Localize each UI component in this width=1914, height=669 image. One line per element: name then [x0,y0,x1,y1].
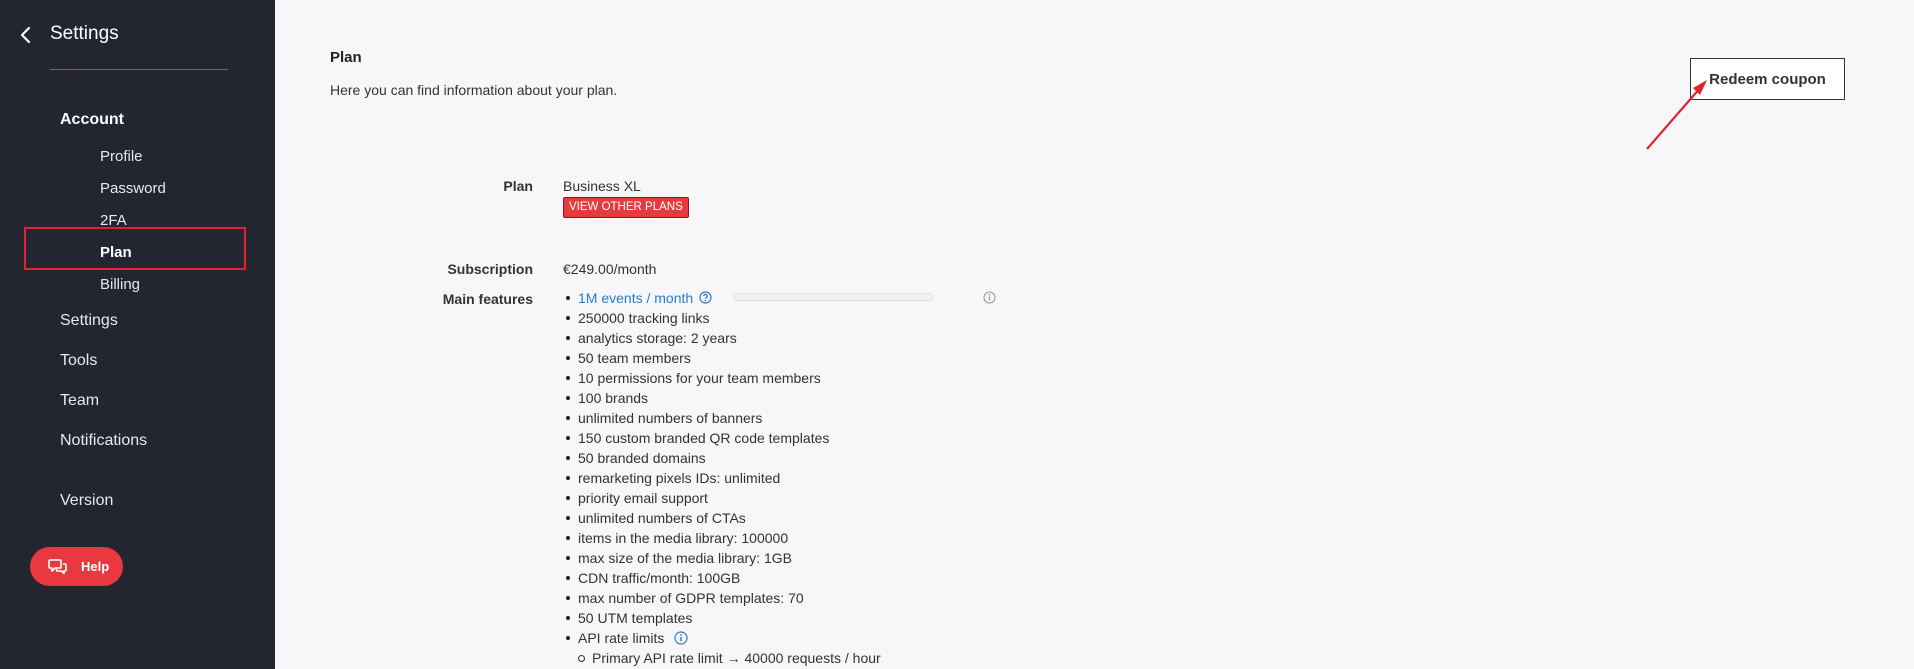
info-icon[interactable] [674,631,688,645]
list-item: max size of the media library: 1GB [563,550,881,570]
sidebar-item-version[interactable]: Version [60,492,113,510]
question-icon[interactable] [699,291,712,304]
sidebar-item-billing[interactable]: Billing [100,276,140,293]
main-content: Plan Here you can find information about… [275,0,1914,669]
list-item: 10 permissions for your team members [563,370,881,390]
back-arrow-icon[interactable] [18,26,34,44]
plan-highlight-annotation [24,227,246,270]
list-item: 50 UTM templates [563,610,881,630]
sidebar-section-account[interactable]: Account [60,111,124,129]
view-other-plans-button[interactable]: VIEW OTHER PLANS [563,197,689,218]
chat-bubbles-icon [48,559,67,575]
list-item: remarketing pixels IDs: unlimited [563,470,881,490]
list-item: 50 team members [563,350,881,370]
features-list: 1M events / month 250000 tracking links … [563,290,996,669]
page-title: Plan [330,49,362,66]
info-icon[interactable] [983,291,996,304]
annotation-arrow-icon [1646,80,1707,150]
api-rate-limits-label: API rate limits [578,630,665,646]
sidebar-item-password[interactable]: Password [100,180,166,197]
subscription-value: €249.00/month [563,261,657,277]
list-item: unlimited numbers of CTAs [563,510,881,530]
sidebar-item-plan[interactable]: Plan [100,244,132,261]
sidebar-item-settings[interactable]: Settings [60,312,118,330]
list-item: 100 brands [563,390,881,410]
events-link[interactable]: 1M events / month [578,290,693,306]
sidebar-header: Settings [0,20,275,50]
list-item: max number of GDPR templates: 70 [563,590,881,610]
sidebar-item-notifications[interactable]: Notifications [60,432,147,450]
page-description: Here you can find information about your… [330,82,618,98]
list-item: API rate limits [563,630,881,650]
list-item: CDN traffic/month: 100GB [563,570,881,590]
sidebar-item-profile[interactable]: Profile [100,148,143,165]
sidebar-item-team[interactable]: Team [60,392,99,410]
sidebar-divider [50,69,228,70]
list-item: 50 branded domains [563,450,881,470]
help-label: Help [81,559,110,574]
list-item: 250000 tracking links [563,310,881,330]
plan-label: Plan [503,178,533,194]
list-item: 1M events / month [563,290,996,310]
help-button[interactable]: Help [30,547,123,586]
list-item: priority email support [563,490,881,510]
list-item: Primary API rate limit → 40000 requests … [563,650,881,669]
sidebar-item-tools[interactable]: Tools [60,352,97,370]
list-item: items in the media library: 100000 [563,530,881,550]
sidebar-title: Settings [50,23,119,44]
list-item: analytics storage: 2 years [563,330,881,350]
plan-value: Business XL [563,178,641,194]
subscription-label: Subscription [447,261,533,277]
list-item: unlimited numbers of banners [563,410,881,430]
list-item: 150 custom branded QR code templates [563,430,881,450]
events-usage-bar [733,293,933,301]
main-features-label: Main features [442,291,533,307]
sidebar: Settings Account Profile Password 2FA Pl… [0,0,275,669]
